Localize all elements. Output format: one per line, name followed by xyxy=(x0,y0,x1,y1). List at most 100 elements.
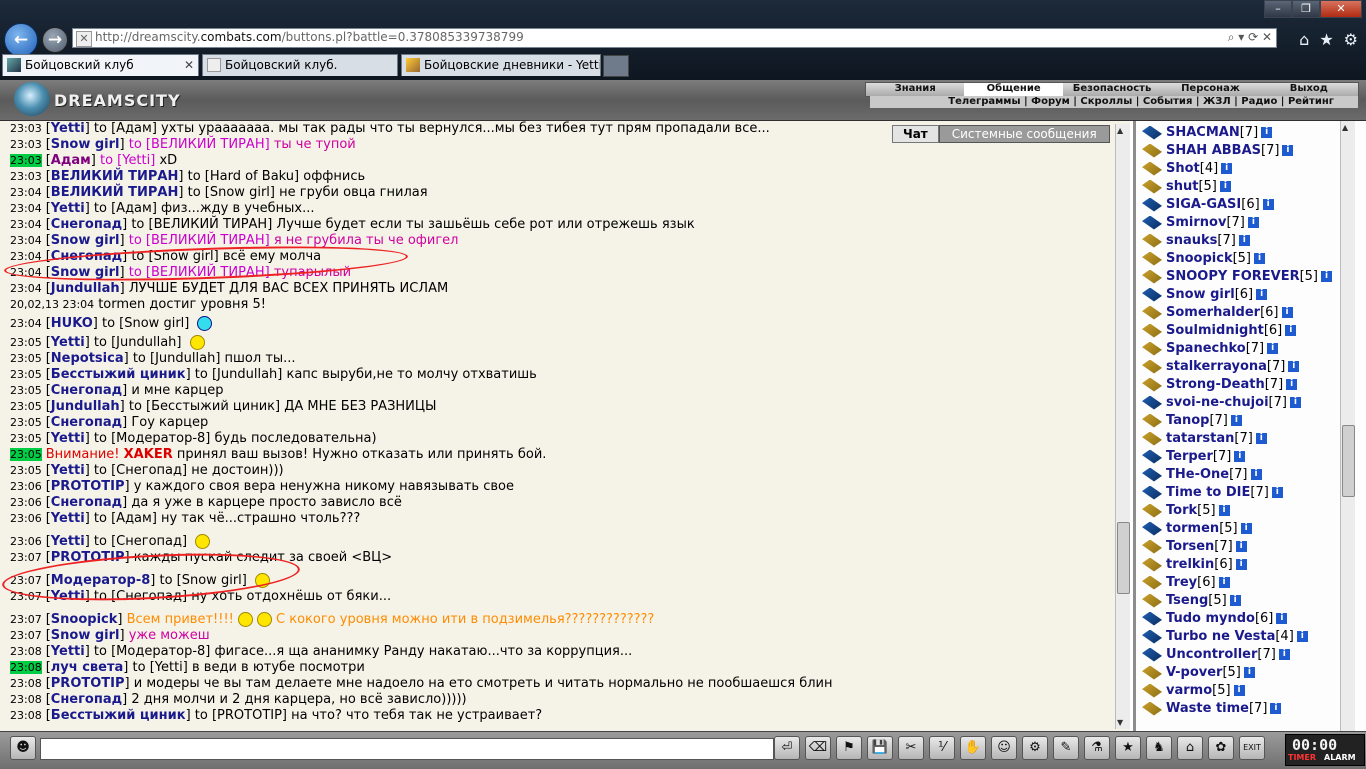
user-list-item[interactable]: Tseng[5] i xyxy=(1142,592,1332,610)
chat-recipient[interactable]: to [Yetti] xyxy=(100,153,155,168)
user-list-item[interactable]: Torsen[7] i xyxy=(1142,538,1332,556)
user-list-item[interactable]: V-pover[5] i xyxy=(1142,664,1332,682)
timer[interactable]: 00:00 TIMER ALARM xyxy=(1285,734,1365,766)
private-message-icon[interactable] xyxy=(1142,701,1162,716)
user-list-item[interactable]: Tanop[7] i xyxy=(1142,412,1332,430)
info-icon[interactable]: i xyxy=(1285,325,1297,336)
user-list-item[interactable]: Somerhalder[6] i xyxy=(1142,304,1332,322)
private-message-icon[interactable] xyxy=(1142,179,1162,194)
chat-timestamp[interactable]: 23:05 xyxy=(10,384,42,397)
private-message-icon[interactable] xyxy=(1142,341,1162,356)
chat-timestamp[interactable]: 23:03 xyxy=(10,170,42,183)
chat-timestamp[interactable]: 20,02,13 23:04 xyxy=(10,298,94,311)
user-name[interactable]: SIGA-GASI xyxy=(1166,197,1241,212)
scroll-up-icon[interactable]: ▲ xyxy=(1342,123,1348,132)
user-name[interactable]: Smirnov xyxy=(1166,215,1226,230)
user-list-item[interactable]: Smirnov[7] i xyxy=(1142,214,1332,232)
private-message-icon[interactable] xyxy=(1142,413,1162,428)
chat-timestamp[interactable]: 23:04 xyxy=(10,317,42,330)
private-message-icon[interactable] xyxy=(1142,503,1162,518)
user-name[interactable]: varmo xyxy=(1166,683,1212,698)
knight-icon[interactable]: ♞ xyxy=(1146,736,1172,760)
private-message-icon[interactable] xyxy=(1142,359,1162,374)
private-message-icon[interactable] xyxy=(1142,683,1162,698)
chat-nick[interactable]: Снегопад xyxy=(51,495,122,510)
forward-button[interactable]: → xyxy=(42,27,68,53)
address-bar[interactable]: ✕ http://dreamscity.combats.com/buttons.… xyxy=(72,28,1277,48)
user-list-item[interactable]: THe-One[7] i xyxy=(1142,466,1332,484)
save-icon[interactable]: 💾 xyxy=(867,736,893,760)
close-window-button[interactable]: ✕ xyxy=(1320,0,1362,18)
user-list-item[interactable]: tatarstan[7] i xyxy=(1142,430,1332,448)
chat-nick[interactable]: Snow girl xyxy=(51,137,120,152)
info-icon[interactable]: i xyxy=(1271,487,1283,498)
chat-recipient[interactable]: to [Jundullah] xyxy=(94,335,182,350)
user-name[interactable]: SNOOPY FOREVER xyxy=(1166,269,1300,284)
chat-nick[interactable]: Snoopick xyxy=(51,612,118,627)
scroll-up-icon[interactable]: ▲ xyxy=(1117,126,1123,135)
chat-timestamp[interactable]: 23:03 xyxy=(10,122,42,135)
chat-nick[interactable]: Yetti xyxy=(51,335,85,350)
tab-close-icon[interactable]: ✕ xyxy=(184,55,194,75)
user-list-item[interactable]: Waste time[7] i xyxy=(1142,700,1332,718)
home-icon[interactable]: ⌂ xyxy=(1299,30,1309,49)
tab-chat[interactable]: Чат xyxy=(892,125,939,143)
chat-timestamp[interactable]: 23:08 xyxy=(10,709,42,722)
clear-icon[interactable]: ⌫ xyxy=(805,736,831,760)
submenu-events[interactable]: События xyxy=(1143,96,1192,107)
submenu-zhzl[interactable]: ЖЗЛ xyxy=(1203,96,1231,107)
chat-timestamp[interactable]: 23:04 xyxy=(10,186,42,199)
submenu-scrolls[interactable]: Скроллы xyxy=(1080,96,1132,107)
tab-system-messages[interactable]: Системные сообщения xyxy=(938,125,1110,143)
user-list-item[interactable]: SIGA-GASI[6] i xyxy=(1142,196,1332,214)
chat-nick[interactable]: Yetti xyxy=(51,201,85,216)
chat-input[interactable] xyxy=(40,738,774,760)
chat-timestamp[interactable]: 23:06 xyxy=(10,496,42,509)
chat-recipient[interactable]: to [Адам] xyxy=(94,201,157,216)
info-icon[interactable]: i xyxy=(1219,181,1231,192)
private-message-icon[interactable] xyxy=(1142,197,1162,212)
chat-timestamp[interactable]: 23:05 xyxy=(10,448,42,461)
chat-timestamp[interactable]: 23:05 xyxy=(10,400,42,413)
user-list-item[interactable]: Turbo ne Vesta[4] i xyxy=(1142,628,1332,646)
send-icon[interactable]: ⏎ xyxy=(774,736,800,760)
private-message-icon[interactable] xyxy=(1142,215,1162,230)
chat-nick[interactable]: Yetti xyxy=(51,644,85,659)
info-icon[interactable]: i xyxy=(1296,631,1308,642)
user-name[interactable]: Tudo myndo xyxy=(1166,611,1255,626)
user-name[interactable]: Terper xyxy=(1166,449,1213,464)
user-list-item[interactable]: stalkerrayona[7] i xyxy=(1142,358,1332,376)
chat-timestamp[interactable]: 23:05 xyxy=(10,352,42,365)
chat-nick[interactable]: Бесстыжий циник xyxy=(51,367,186,382)
submenu-forum[interactable]: Форум xyxy=(1031,96,1070,107)
chat-timestamp[interactable]: 23:04 xyxy=(10,234,42,247)
info-icon[interactable]: i xyxy=(1282,145,1294,156)
user-name[interactable]: Strong-Death xyxy=(1166,377,1265,392)
menu-communication[interactable]: Общение xyxy=(964,83,1063,96)
new-tab-button[interactable] xyxy=(603,55,629,77)
user-name[interactable]: Uncontroller xyxy=(1166,647,1257,662)
chat-nick[interactable]: Снегопад xyxy=(51,415,122,430)
settings-icon[interactable]: ⚙ xyxy=(1022,736,1048,760)
chat-timestamp[interactable]: 23:04 xyxy=(10,218,42,231)
chat-recipient[interactable]: to [Снегопад] xyxy=(94,463,187,478)
user-list-item[interactable]: Spanechko[7] i xyxy=(1142,340,1332,358)
info-icon[interactable]: i xyxy=(1256,289,1268,300)
info-icon[interactable]: i xyxy=(1267,343,1279,354)
smiley-icon[interactable]: ☺ xyxy=(991,736,1017,760)
chat-timestamp[interactable]: 23:04 xyxy=(10,202,42,215)
chat-nick[interactable]: Nepotsica xyxy=(51,351,124,366)
user-list-item[interactable]: Soulmidnight[6] i xyxy=(1142,322,1332,340)
user-name[interactable]: Waste time xyxy=(1166,701,1249,716)
chat-timestamp[interactable]: 23:05 xyxy=(10,336,42,349)
gear-icon[interactable]: ⚙ xyxy=(1344,30,1358,49)
user-list-item[interactable]: snauks[7] i xyxy=(1142,232,1332,250)
user-name[interactable]: SHAH ABBAS xyxy=(1166,143,1261,158)
user-list-item[interactable]: SHACMAN[7] i xyxy=(1142,124,1332,142)
chat-recipient[interactable]: to [Адам] xyxy=(94,511,157,526)
chat-nick[interactable]: Бесстыжий циник xyxy=(51,708,186,723)
chat-recipient[interactable]: to [PROTOTIP] xyxy=(195,708,287,723)
chat-timestamp[interactable]: 23:07 xyxy=(10,613,42,626)
user-name[interactable]: trelkin xyxy=(1166,557,1214,572)
info-icon[interactable]: i xyxy=(1270,703,1282,714)
